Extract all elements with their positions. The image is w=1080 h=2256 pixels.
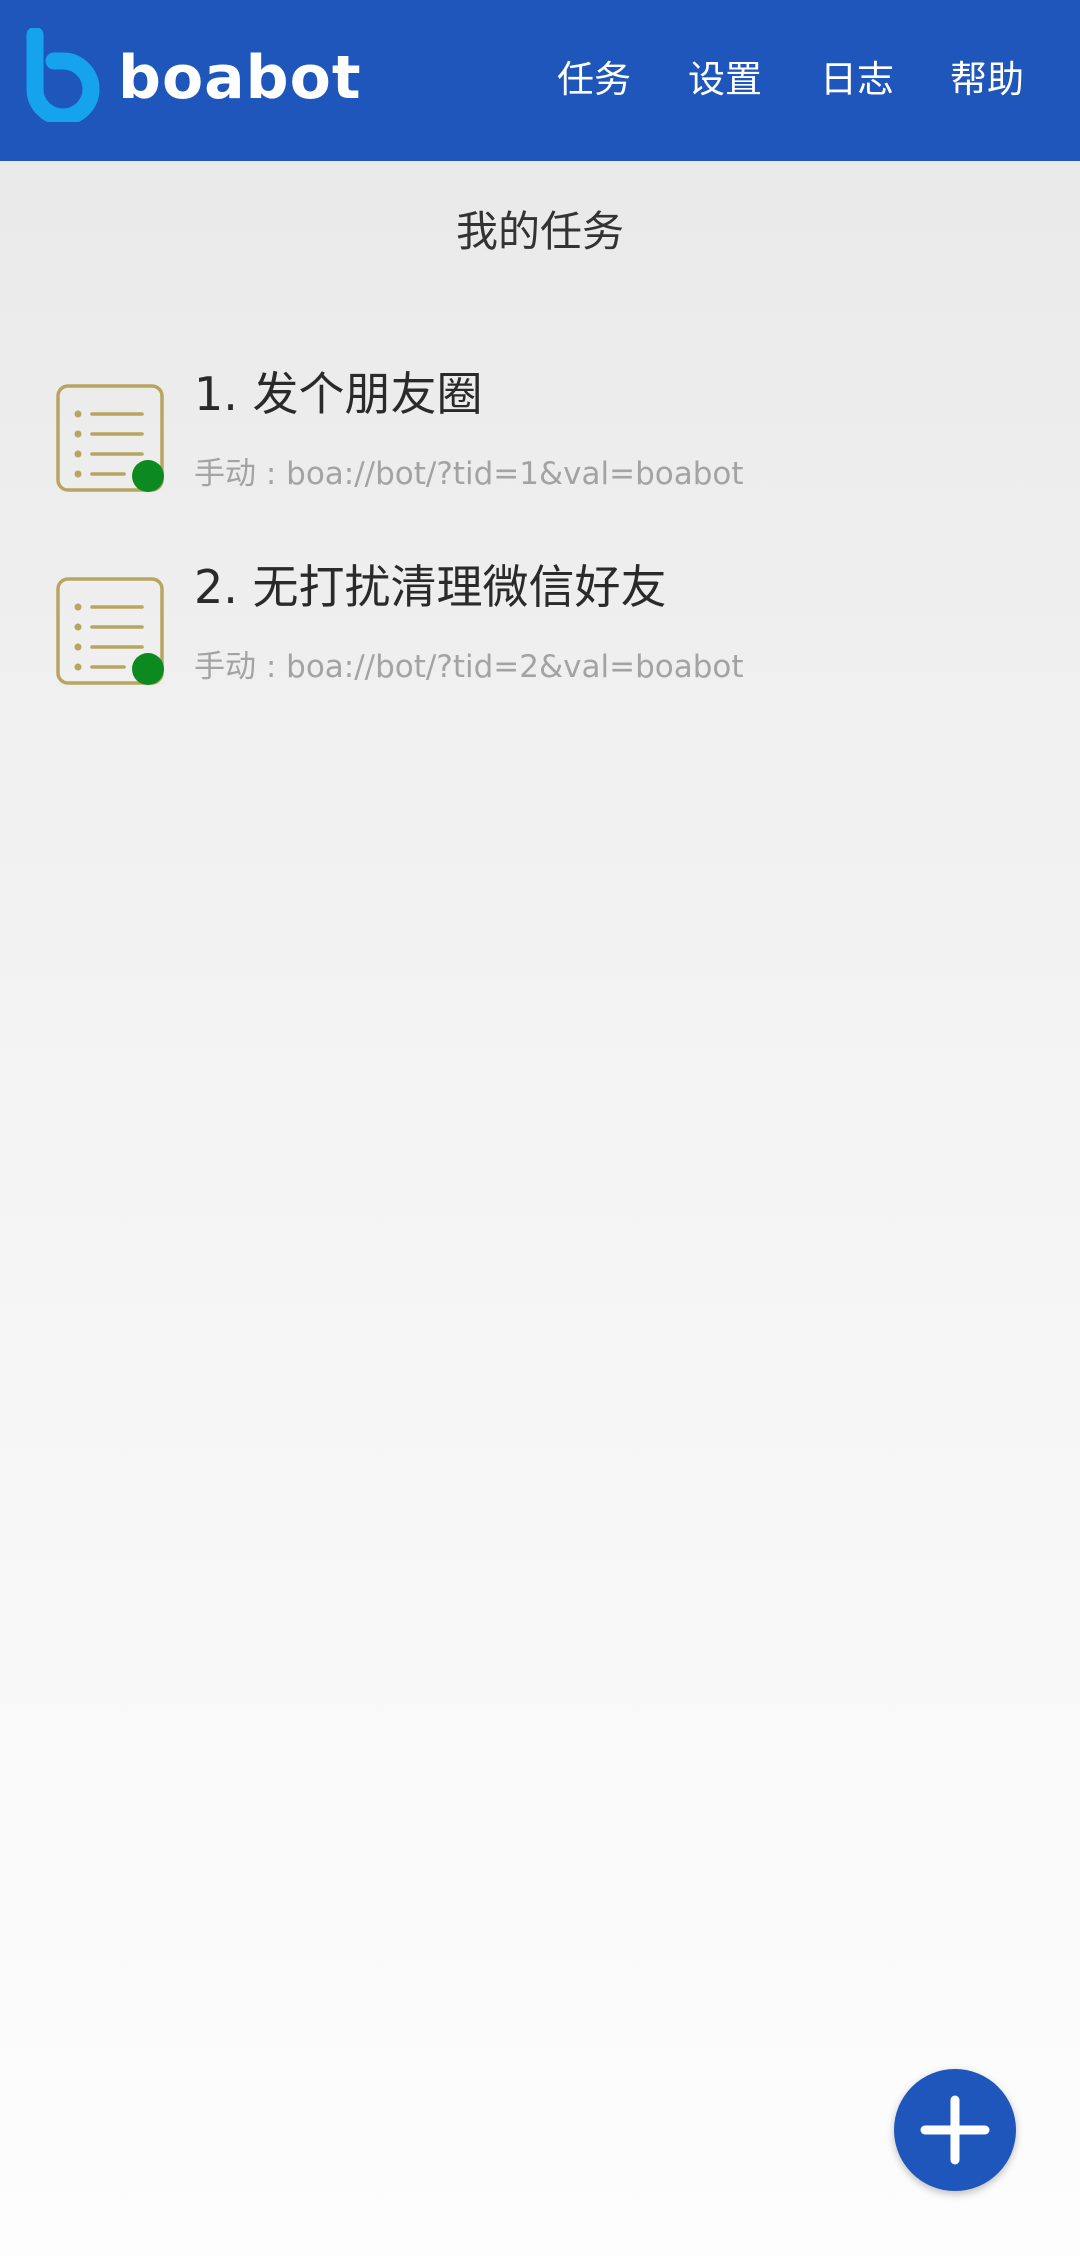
nav-settings[interactable]: 设置: [688, 52, 762, 108]
nav-tasks[interactable]: 任务: [557, 52, 631, 108]
app-brand: boabot: [118, 43, 362, 113]
nav-help[interactable]: 帮助: [950, 52, 1024, 108]
page-title: 我的任务: [455, 207, 624, 256]
status-dot-icon: [132, 653, 164, 685]
add-icon: [920, 2095, 990, 2165]
task-title: 2. 无打扰清理微信好友: [194, 560, 667, 614]
boabot-logo-icon: [26, 28, 100, 122]
task-subtitle: 手动 : boa://bot/?tid=2&val=boabot: [194, 649, 744, 685]
task-list-icon: [56, 384, 164, 492]
app-header: boabot 任务 设置 日志 帮助: [0, 0, 1080, 161]
nav-logs[interactable]: 日志: [820, 52, 894, 108]
task-item[interactable]: 2. 无打扰清理微信好友 手动 : boa://bot/?tid=2&val=b…: [0, 543, 1080, 733]
add-task-button[interactable]: [894, 2069, 1016, 2191]
task-title: 1. 发个朋友圈: [194, 367, 483, 421]
task-list-icon: [56, 577, 164, 685]
task-item[interactable]: 1. 发个朋友圈 手动 : boa://bot/?tid=1&val=boabo…: [0, 350, 1080, 540]
task-subtitle: 手动 : boa://bot/?tid=1&val=boabot: [194, 456, 744, 492]
status-dot-icon: [132, 460, 164, 492]
